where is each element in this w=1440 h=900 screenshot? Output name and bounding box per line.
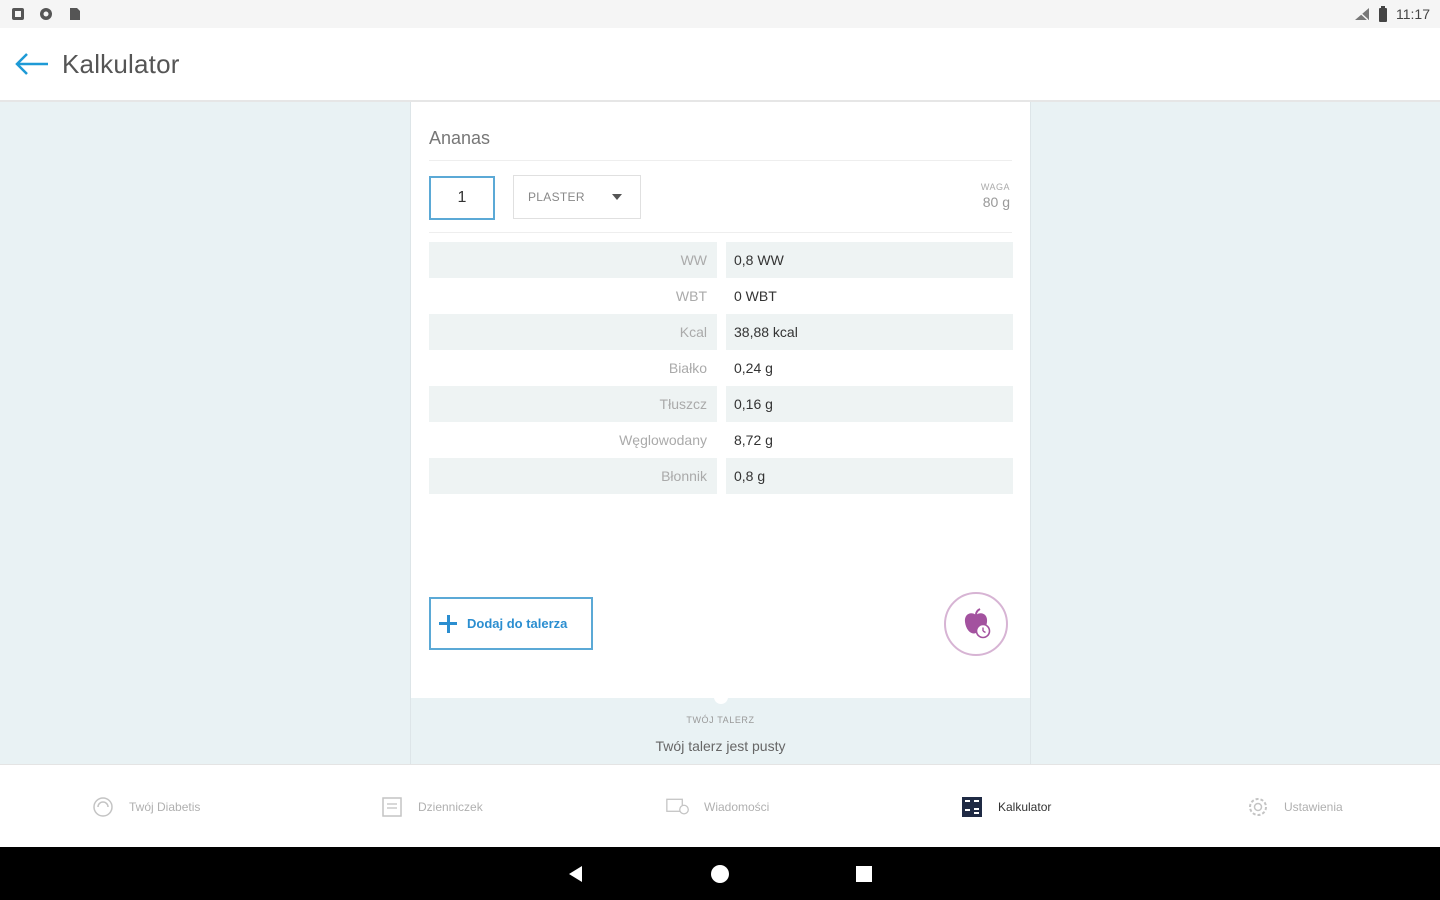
nutrition-value: 0,8 g [726,458,1013,494]
nutrition-row-fiber: Błonnik 0,8 g [429,458,1013,494]
fruit-clock-icon [964,608,991,639]
nav-item-kalkulator[interactable]: Kalkulator [960,793,1051,821]
nutrition-label: Kcal [429,314,717,350]
nav-label: Kalkulator [998,800,1052,814]
page-title: Kalkulator [62,48,180,79]
nutrition-row-wbt: WBT 0 WBT [429,278,1013,314]
nutrition-row-fat: Tłuszcz 0,16 g [429,386,1013,422]
nutrition-row-ww: WW 0,8 WW [429,242,1013,278]
circle-home-icon [711,865,729,883]
add-to-plate-button[interactable]: Dodaj do talerza [429,597,593,650]
weight-caption: WAGA [980,182,1010,192]
nav-item-twoj-diabetis[interactable]: Twój Diabetis [91,793,200,821]
square-recents-icon [856,866,872,882]
sd-card-icon [70,8,80,20]
nutrition-row-carbs: Węglowodany 8,72 g [429,422,1013,458]
nav-item-dzienniczek[interactable]: Dzienniczek [380,793,483,821]
nav-label: Ustawienia [1284,800,1343,814]
plate-drag-handle[interactable] [714,690,728,704]
quantity-input[interactable] [429,176,495,220]
nutrition-value: 0,8 WW [726,242,1013,278]
battery-icon [1379,6,1387,22]
system-recents-button[interactable] [851,861,877,887]
weight-display: WAGA 80 g [981,182,1010,210]
add-to-plate-label: Dodaj do talerza [467,616,568,631]
calculator-icon [960,795,984,819]
settings-icon [1246,795,1270,819]
nutrition-value: 0,24 g [734,360,773,376]
back-button[interactable] [2,27,62,101]
nutrition-label: Tłuszcz [429,386,717,422]
nutrition-value: 38,88 kcal [726,314,1013,350]
status-notifications [10,7,82,21]
status-time: 11:17 [1396,6,1430,22]
nutrition-value: 0,16 g [726,386,1013,422]
bottom-navigation: Twój Diabetis Dzienniczek Wiadomości Kal… [0,764,1440,847]
plate-empty-text: Twój talerz jest pusty [655,738,786,754]
system-navigation-bar [0,847,1440,900]
plate-panel[interactable]: TWÓJ TALERZ Twój talerz jest pusty [411,690,1030,764]
nutrition-label: Węglowodany [619,432,707,448]
meal-timer-button[interactable] [944,592,1008,656]
status-bar: 11:17 [0,0,1440,28]
plus-icon [439,614,457,633]
nutrition-value: 0 WBT [734,288,777,304]
nutrition-table: WW 0,8 WW WBT 0 WBT Kcal 38,88 kcal Biał… [429,242,1013,494]
nutrition-row-kcal: Kcal 38,88 kcal [429,314,1013,350]
nutrition-row-protein: Białko 0,24 g [429,350,1013,386]
nutrition-value: 8,72 g [734,432,773,448]
nutrition-label: WW [429,242,717,278]
notification-b-icon [40,8,52,20]
product-name: Ananas [429,128,491,148]
divider [429,232,1012,233]
plate-caption: TWÓJ TALERZ [686,715,755,725]
nutrition-label: WBT [675,288,707,304]
diabetis-icon [91,795,115,819]
weight-value: 80 g [982,194,1010,210]
journal-icon [380,795,404,819]
system-home-button[interactable] [707,861,733,887]
notification-a-icon [12,8,24,20]
nav-item-ustawienia[interactable]: Ustawienia [1246,793,1343,821]
nav-item-wiadomosci[interactable]: Wiadomości [666,793,769,821]
triangle-back-icon [569,866,582,882]
nav-label: Twój Diabetis [129,800,201,814]
unit-selected-value: PLASTER [528,190,585,204]
nav-label: Wiadomości [704,800,770,814]
status-system: 11:17 [1354,6,1430,22]
chevron-down-icon [612,194,622,200]
system-back-button[interactable] [563,861,589,887]
calculator-card: Ananas PLASTER WAGA 80 g WW 0,8 WW WBT 0… [410,102,1031,764]
divider [429,160,1012,161]
signal-off-icon [1355,8,1369,21]
unit-dropdown[interactable]: PLASTER [513,175,641,219]
app-bar: Kalkulator [0,28,1440,102]
messages-icon [666,795,690,819]
nutrition-label: Błonnik [429,458,717,494]
nutrition-label: Białko [668,360,707,376]
content-area: Ananas PLASTER WAGA 80 g WW 0,8 WW WBT 0… [0,102,1440,764]
arrow-left-icon [15,53,48,75]
nav-label: Dzienniczek [418,800,483,814]
